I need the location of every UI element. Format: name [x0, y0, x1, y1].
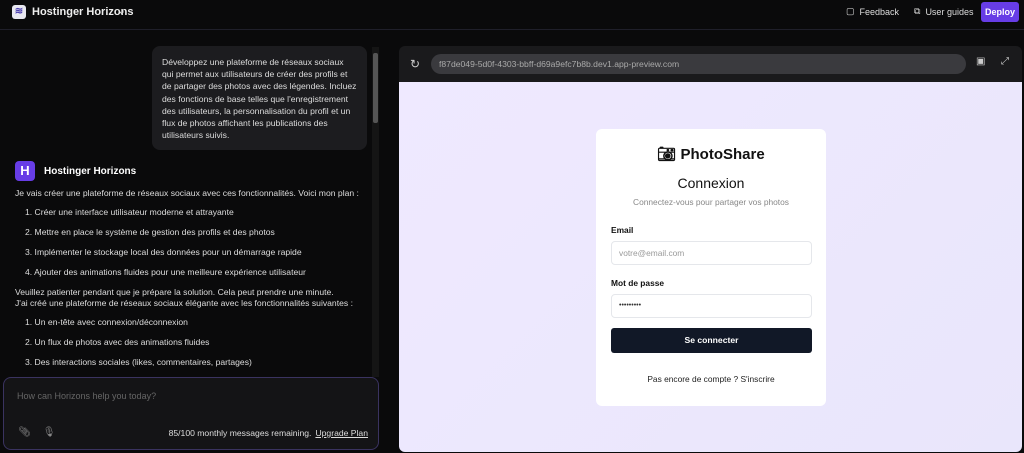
- top-bar: ≋ Hostinger Horizons ⌄ ▢ Feedback ⧉ User g…: [0, 0, 1024, 30]
- chevron-down-icon[interactable]: ⌄: [117, 4, 126, 17]
- photoshare-brand: 📷︎ PhotoShare: [596, 145, 826, 163]
- scrollbar-thumb[interactable]: [373, 53, 378, 123]
- feature-item: 2. Un flux de photos avec des animations…: [25, 336, 210, 347]
- microphone-icon[interactable]: 🎙︎: [43, 427, 56, 438]
- preview-viewport: 📷︎ PhotoShare Connexion Connectez-vous p…: [399, 82, 1022, 452]
- intro-text: Je vais créer une plateforme de réseaux …: [15, 188, 359, 198]
- done-text: J'ai créé une plateforme de réseaux soci…: [15, 298, 353, 308]
- feedback-button[interactable]: ▢ Feedback: [846, 6, 899, 17]
- login-subtitle: Connectez-vous pour partager vos photos: [633, 197, 789, 207]
- photoshare-name: PhotoShare: [680, 146, 765, 163]
- user-guides-button[interactable]: ⧉ User guides: [914, 6, 973, 17]
- feedback-label: Feedback: [859, 6, 900, 17]
- wait-text: Veuillez patienter pendant que je prépar…: [15, 286, 334, 297]
- chat-bubble-icon: ▢: [846, 6, 855, 16]
- plan-item: 4. Ajouter des animations fluides pour u…: [25, 266, 306, 277]
- feature-item: 1. Un en-tête avec connexion/déconnexion: [25, 316, 188, 327]
- messages-remaining: 85/100 monthly messages remaining.: [168, 428, 312, 438]
- open-new-window-icon[interactable]: ⤢: [1001, 56, 1009, 67]
- device-toggle-icon[interactable]: ▣: [976, 56, 985, 67]
- login-title: Connexion: [677, 175, 745, 191]
- chat-input[interactable]: How can Horizons help you today? 📎︎ 🎙︎ 85…: [3, 377, 379, 450]
- hostinger-logo-icon: ≋: [12, 5, 26, 19]
- email-field[interactable]: votre@email.com: [611, 241, 812, 265]
- login-button[interactable]: Se connecter: [611, 328, 812, 353]
- plan-item: 3. Implémenter le stockage local des don…: [25, 246, 302, 257]
- camera-icon: 📷︎: [657, 146, 677, 163]
- preview-frame: ↻ f87de049-5d0f-4303-bbff-d69a9efc7b8b.d…: [399, 46, 1022, 452]
- paperclip-icon[interactable]: 📎︎: [18, 427, 31, 438]
- refresh-icon[interactable]: ↻: [410, 57, 420, 71]
- upgrade-plan-link[interactable]: Upgrade Plan: [315, 428, 368, 438]
- deploy-button[interactable]: Deploy: [981, 2, 1019, 22]
- plan-item: 2. Mettre en place le système de gestion…: [25, 226, 275, 237]
- user-guides-label: User guides: [925, 6, 974, 17]
- chat-scrollbar[interactable]: [372, 47, 379, 377]
- external-link-icon: ⧉: [914, 6, 921, 16]
- password-label: Mot de passe: [611, 278, 665, 288]
- user-message: Développez une plateforme de réseaux soc…: [152, 46, 367, 150]
- assistant-name: Hostinger Horizons: [44, 165, 137, 177]
- horizons-logo-icon: H: [15, 161, 35, 181]
- signup-link[interactable]: Pas encore de compte ? S'inscrire: [596, 374, 826, 384]
- chat-input-placeholder[interactable]: How can Horizons help you today?: [17, 391, 156, 401]
- login-card: 📷︎ PhotoShare Connexion Connectez-vous p…: [596, 129, 826, 406]
- assistant-message: Je vais créer une plateforme de réseaux …: [15, 188, 370, 377]
- feature-item: 3. Des interactions sociales (likes, com…: [25, 356, 252, 367]
- assistant-header: H Hostinger Horizons: [15, 161, 136, 181]
- password-field[interactable]: •••••••••: [611, 294, 812, 318]
- email-label: Email: [611, 225, 634, 235]
- plan-item: 1. Créer une interface utilisateur moder…: [25, 206, 234, 217]
- preview-url[interactable]: f87de049-5d0f-4303-bbff-d69a9efc7b8b.dev…: [431, 54, 966, 74]
